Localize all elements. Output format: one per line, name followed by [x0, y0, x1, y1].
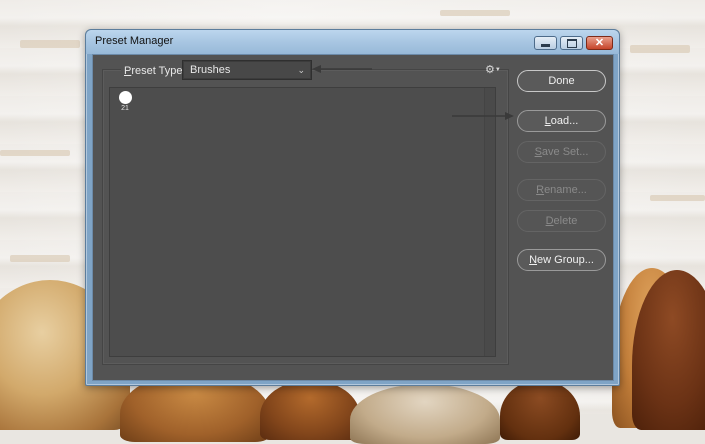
done-button-label: Done [548, 75, 575, 87]
done-button[interactable]: Done [517, 70, 606, 92]
save-set-button-label: ave Set... [541, 146, 589, 158]
close-icon: ✕ [594, 36, 605, 49]
save-set-button-mnemonic: S [534, 146, 542, 158]
minimize-icon [541, 43, 550, 47]
background-streak [630, 45, 690, 53]
brush-preset-item[interactable]: 21 [113, 90, 137, 114]
delete-button[interactable]: Delete [517, 210, 606, 232]
preset-manager-window: Preset Manager ✕ Preset Type: Brushes ⌄ … [85, 29, 620, 386]
dialog-client-area: Preset Type: Brushes ⌄ ⚙▼ 21 Done Load..… [92, 54, 614, 381]
preset-list-scrollbar[interactable] [484, 88, 495, 356]
gear-menu-button[interactable]: ⚙▼ [485, 63, 501, 76]
preset-list[interactable]: 21 [109, 87, 496, 357]
delete-button-mnemonic: D [545, 215, 554, 227]
preset-type-label-text: reset Type: [131, 65, 186, 77]
window-title: Preset Manager [95, 35, 174, 47]
save-set-button[interactable]: Save Set... [517, 141, 606, 163]
background-streak [10, 255, 70, 262]
preset-type-value: Brushes [190, 64, 231, 76]
new-group-button-label: ew Group... [537, 254, 594, 266]
delete-button-label: elete [553, 215, 578, 227]
new-group-button-mnemonic: N [529, 254, 538, 266]
background-streak [0, 150, 70, 156]
minimize-button[interactable] [534, 36, 557, 50]
rename-button-label: ename... [544, 184, 587, 196]
gear-icon: ⚙ [485, 64, 495, 76]
caret-down-icon: ▼ [494, 67, 501, 74]
preset-type-label: Preset Type: [121, 65, 189, 77]
chevron-down-icon: ⌄ [297, 65, 305, 75]
rename-button-mnemonic: R [536, 184, 545, 196]
rename-button[interactable]: Rename... [517, 179, 606, 201]
annotation-arrow-icon [312, 65, 372, 73]
preset-type-select[interactable]: Brushes ⌄ [183, 61, 311, 79]
background-streak [20, 40, 80, 48]
brush-size-label: 21 [121, 105, 129, 112]
maximize-button[interactable] [560, 36, 583, 50]
new-group-button[interactable]: New Group... [517, 249, 606, 271]
title-bar[interactable]: Preset Manager ✕ [86, 30, 619, 54]
close-button[interactable]: ✕ [586, 36, 613, 50]
annotation-arrow-icon [452, 112, 514, 120]
background-streak [440, 10, 510, 16]
load-button-label: oad... [550, 115, 579, 127]
background-streak [650, 195, 705, 201]
maximize-icon [566, 38, 577, 48]
load-button[interactable]: Load... [517, 110, 606, 132]
round-brush-icon [118, 91, 132, 104]
